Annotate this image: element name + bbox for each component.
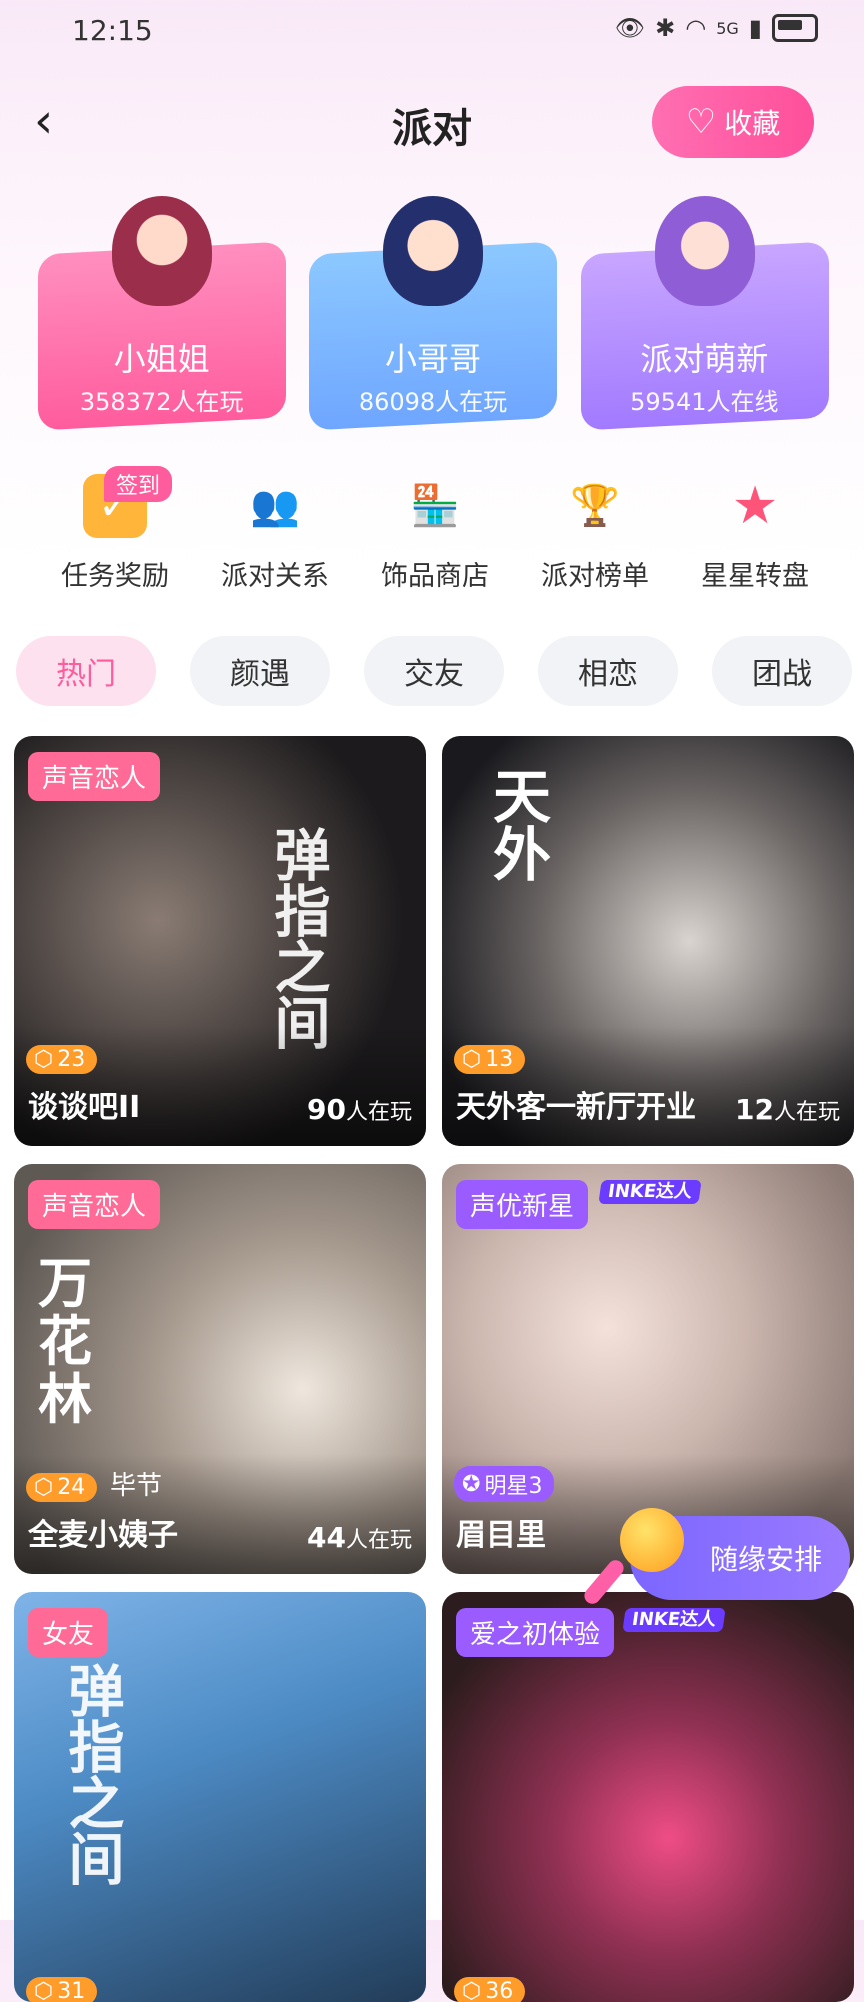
newbie-avatar-illustration xyxy=(654,196,755,306)
sign-in-badge: 签到 xyxy=(104,466,173,502)
level-value: 36 xyxy=(485,1979,514,2002)
cover-art-text: 天外 xyxy=(483,766,551,882)
inke-talent-badge: INKE达人 xyxy=(622,1608,726,1632)
favorite-label: 收藏 xyxy=(724,107,781,140)
hexagon-icon: ⬡ xyxy=(34,1047,54,1072)
level-badge: ⬡ 31 xyxy=(26,1977,98,2002)
boy-avatar-illustration xyxy=(383,196,484,306)
room-type-name: 小哥哥 xyxy=(384,340,481,378)
signal-icon: ▮ xyxy=(748,14,762,42)
inke-talent-badge: INKE达人 xyxy=(598,1180,702,1204)
quick-action-label: 饰品商店 xyxy=(381,561,489,592)
room-type-name: 小姐姐 xyxy=(113,340,210,378)
room-type-card-boys[interactable]: 小哥哥 86098人在玩 xyxy=(309,196,558,431)
quick-actions: ✓ 签到 任务奖励 👥 派对关系 🏪 饰品商店 🏆 派对榜单 ★ 星星转盘 xyxy=(40,466,830,593)
cover-art-text: 弹指之间 xyxy=(59,1662,125,1886)
tab-love[interactable]: 相恋 xyxy=(538,636,678,706)
star-badge-icon: ✪ xyxy=(462,1471,481,1497)
room-type-name: 派对萌新 xyxy=(640,340,769,378)
heart-icon: ♡ xyxy=(685,102,717,142)
level-value: 24 xyxy=(57,1475,86,1500)
room-card[interactable]: 弹指之间 声音恋人 ⬡ 23 谈谈吧II 90人在玩 xyxy=(14,736,426,1146)
level-badge: ⬡ 36 xyxy=(454,1977,526,2002)
tab-team-battle[interactable]: 团战 xyxy=(712,636,852,706)
online-count: 44人在玩 xyxy=(307,1521,412,1554)
room-name: 全麦小姨子 xyxy=(28,1518,178,1553)
hexagon-icon: ⬡ xyxy=(462,1047,482,1072)
room-name: 天外客一新厅开业 xyxy=(456,1090,696,1125)
room-type-count: 86098人在玩 xyxy=(358,388,508,416)
eye-icon: 👁 xyxy=(614,14,646,42)
level-badge: ⬡ 24 xyxy=(26,1473,98,1502)
trophy-icon: 🏆 xyxy=(570,483,620,529)
hexagon-icon: ⬡ xyxy=(34,1979,54,2002)
quick-action-relations[interactable]: 👥 派对关系 xyxy=(200,474,350,593)
girl-avatar-illustration xyxy=(112,196,212,306)
people-icon: 👥 xyxy=(250,483,300,529)
tab-friends[interactable]: 交友 xyxy=(364,636,504,706)
room-tag: 声优新星 xyxy=(456,1180,589,1229)
quick-action-label: 派对关系 xyxy=(221,561,329,592)
level-value: 13 xyxy=(485,1047,514,1072)
hexagon-icon: ⬡ xyxy=(34,1475,54,1500)
online-count: 12人在玩 xyxy=(735,1093,840,1126)
quick-action-label: 任务奖励 xyxy=(61,561,169,592)
room-type-card-girls[interactable]: 小姐姐 358372人在玩 xyxy=(38,196,286,431)
favorite-button[interactable]: ♡ 收藏 xyxy=(652,86,814,158)
quick-action-star-wheel[interactable]: ★ 星星转盘 xyxy=(680,474,830,593)
room-tag: 女友 xyxy=(28,1608,109,1657)
quick-action-shop[interactable]: 🏪 饰品商店 xyxy=(360,474,510,593)
hexagon-icon: ⬡ xyxy=(462,1979,482,2002)
quick-action-label: 星星转盘 xyxy=(701,561,809,592)
room-location: 毕节 xyxy=(110,1471,163,1501)
level-badge: ⬡ 23 xyxy=(26,1045,98,1074)
random-match-label: 随缘安排 xyxy=(709,1543,822,1576)
star-level-badge: ✪ 明星3 xyxy=(454,1466,555,1502)
room-card[interactable]: 万花林 声音恋人 ⬡ 24 毕节 全麦小姨子 44人在玩 xyxy=(14,1164,426,1574)
bluetooth-icon: ✱ xyxy=(655,14,676,42)
tab-hot[interactable]: 热门 xyxy=(16,636,156,706)
quick-action-tasks[interactable]: ✓ 签到 任务奖励 xyxy=(40,466,190,593)
online-unit: 人在玩 xyxy=(345,1100,412,1125)
wifi-icon: ◠ xyxy=(685,14,707,42)
room-tag: 声音恋人 xyxy=(28,1180,161,1229)
online-count: 90人在玩 xyxy=(307,1093,412,1126)
level-badge: ⬡ 13 xyxy=(454,1045,526,1074)
signal-5g-label: 5G xyxy=(716,18,739,38)
room-type-count: 358372人在玩 xyxy=(79,388,244,416)
cover-art-text: 弹指之间 xyxy=(265,826,331,1050)
online-number: 90 xyxy=(307,1093,346,1126)
room-card[interactable]: 弹指之间 女友 ⬡ 31 xyxy=(14,1592,426,2002)
level-value: 31 xyxy=(57,1979,86,2002)
room-card[interactable]: 爱之初体验 INKE达人 ⬡ 36 xyxy=(442,1592,854,2002)
quick-action-ranking[interactable]: 🏆 派对榜单 xyxy=(520,474,670,593)
online-unit: 人在玩 xyxy=(345,1528,412,1553)
room-tag: 声音恋人 xyxy=(28,752,161,801)
cover-art-text: 万花林 xyxy=(38,1251,92,1431)
room-tag: 爱之初体验 xyxy=(456,1608,615,1657)
room-name: 眉目里 xyxy=(456,1518,546,1553)
room-card[interactable]: 天外 ⬡ 13 天外客一新厅开业 12人在玩 xyxy=(442,736,854,1146)
room-type-cards: 小姐姐 358372人在玩 小哥哥 86098人在玩 派对萌新 59541人在线 xyxy=(38,196,829,431)
category-tabs: 热门 颜遇 交友 相恋 团战 xyxy=(16,636,864,706)
room-type-card-newbie[interactable]: 派对萌新 59541人在线 xyxy=(580,196,829,431)
status-time: 12:15 xyxy=(72,14,153,47)
quick-action-label: 派对榜单 xyxy=(541,561,649,592)
online-unit: 人在玩 xyxy=(773,1100,840,1125)
star-level-value: 明星3 xyxy=(484,1474,543,1499)
battery-icon xyxy=(772,14,818,42)
shop-icon: 🏪 xyxy=(410,483,460,529)
microphone-icon xyxy=(620,1508,684,1572)
status-icons: 👁 ✱ ◠ 5G ▮ xyxy=(615,14,818,42)
status-bar: 12:15 👁 ✱ ◠ 5G ▮ xyxy=(0,0,864,64)
level-value: 23 xyxy=(57,1047,86,1072)
online-number: 12 xyxy=(735,1093,774,1126)
room-type-count: 59541人在线 xyxy=(630,388,779,416)
star-icon: ★ xyxy=(731,476,779,536)
room-name: 谈谈吧II xyxy=(28,1090,141,1125)
tab-encounter[interactable]: 颜遇 xyxy=(190,636,330,706)
online-number: 44 xyxy=(307,1521,346,1554)
top-nav: ‹ 派对 ♡ 收藏 xyxy=(0,70,864,178)
